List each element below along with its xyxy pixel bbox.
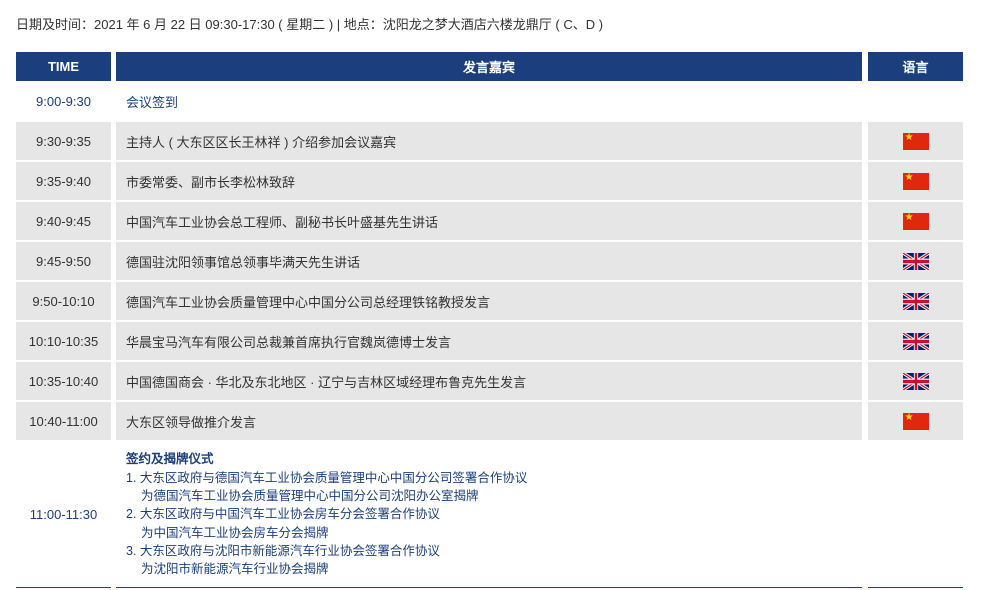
- ceremony-line: 2. 大东区政府与中国汽车工业协会房车分会签署合作协议: [126, 507, 440, 522]
- table-row: 9:00-9:30 会议签到: [0, 82, 1000, 120]
- table-row: 9:35-9:40 市委常委、副市长李松林致辞 ★: [0, 162, 1000, 200]
- language-cell: ★: [868, 402, 963, 440]
- language-cell: [868, 282, 963, 320]
- table-row: 11:00-11:30 签约及揭牌仪式 1. 大东区政府与德国汽车工业协会质量管…: [0, 442, 1000, 588]
- time-cell: 9:35-9:40: [16, 162, 111, 200]
- ceremony-line: 为德国汽车工业协会质量管理中心中国分公司沈阳办公室揭牌: [141, 489, 479, 504]
- language-cell: [868, 322, 963, 360]
- language-cell: ★: [868, 162, 963, 200]
- event-info: 日期及时间：2021 年 6 月 22 日 09:30-17:30 ( 星期二 …: [16, 17, 604, 32]
- speaker-cell: 德国汽车工业协会质量管理中心中国分公司总经理铁铭教授发言: [116, 282, 862, 320]
- language-cell: [868, 362, 963, 400]
- signing-ceremony-block: 签约及揭牌仪式 1. 大东区政府与德国汽车工业协会质量管理中心中国分公司签署合作…: [116, 450, 527, 578]
- speaker-cell: 华晨宝马汽车有限公司总裁兼首席执行官魏岚德博士发言: [116, 322, 862, 360]
- language-cell: ★: [868, 122, 963, 160]
- language-cell: [868, 242, 963, 280]
- time-cell: 9:40-9:45: [16, 202, 111, 240]
- time-cell: 9:45-9:50: [16, 242, 111, 280]
- cn-flag-icon: ★: [902, 172, 929, 190]
- time-cell: 10:40-11:00: [16, 402, 111, 440]
- ceremony-line: 为沈阳市新能源汽车行业协会揭牌: [141, 562, 329, 577]
- uk-flag-icon: [902, 252, 929, 270]
- language-cell: [868, 82, 963, 120]
- speaker-cell: 签约及揭牌仪式 1. 大东区政府与德国汽车工业协会质量管理中心中国分公司签署合作…: [116, 442, 862, 588]
- table-row: 10:10-10:35 华晨宝马汽车有限公司总裁兼首席执行官魏岚德博士发言: [0, 322, 1000, 360]
- time-cell: 9:30-9:35: [16, 122, 111, 160]
- cn-flag-icon: ★: [902, 412, 929, 430]
- language-cell: [868, 442, 963, 588]
- ceremony-line: 为中国汽车工业协会房车分会揭牌: [141, 525, 329, 540]
- ceremony-title: 签约及揭牌仪式: [126, 452, 214, 467]
- cn-flag-icon: ★: [902, 132, 929, 150]
- ceremony-line: 3. 大东区政府与沈阳市新能源汽车行业协会签署合作协议: [126, 543, 440, 558]
- time-cell: 10:35-10:40: [16, 362, 111, 400]
- table-row: 9:45-9:50 德国驻沈阳领事馆总领事毕满天先生讲话: [0, 242, 1000, 280]
- speaker-cell: 会议签到: [126, 94, 179, 110]
- table-row: 9:40-9:45 中国汽车工业协会总工程师、副秘书长叶盛基先生讲话 ★: [0, 202, 1000, 240]
- speaker-cell: 主持人 ( 大东区区长王林祥 ) 介绍参加会议嘉宾: [116, 122, 862, 160]
- time-cell: 10:10-10:35: [16, 322, 111, 360]
- speaker-cell: 市委常委、副市长李松林致辞: [116, 162, 862, 200]
- table-row: 9:50-10:10 德国汽车工业协会质量管理中心中国分公司总经理铁铭教授发言: [0, 282, 1000, 320]
- ceremony-line: 1. 大东区政府与德国汽车工业协会质量管理中心中国分公司签署合作协议: [126, 470, 528, 485]
- speaker-cell: 德国驻沈阳领事馆总领事毕满天先生讲话: [116, 242, 862, 280]
- language-cell: ★: [868, 202, 963, 240]
- uk-flag-icon: [902, 372, 929, 390]
- time-cell: 9:50-10:10: [16, 282, 111, 320]
- table-row: 10:35-10:40 中国德国商会 · 华北及东北地区 · 辽宁与吉林区域经理…: [0, 362, 1000, 400]
- uk-flag-icon: [902, 292, 929, 310]
- table-row: 9:30-9:35 主持人 ( 大东区区长王林祥 ) 介绍参加会议嘉宾 ★: [0, 122, 1000, 160]
- speaker-cell: 大东区领导做推介发言: [116, 402, 862, 440]
- speaker-cell: 中国汽车工业协会总工程师、副秘书长叶盛基先生讲话: [116, 202, 862, 240]
- time-cell: 9:00-9:30: [36, 93, 91, 109]
- column-header-speaker: 发言嘉宾: [116, 52, 862, 81]
- time-cell: 11:00-11:30: [16, 442, 111, 588]
- table-row: 10:40-11:00 大东区领导做推介发言 ★: [0, 402, 1000, 440]
- speaker-cell: 中国德国商会 · 华北及东北地区 · 辽宁与吉林区域经理布鲁克先生发言: [116, 362, 862, 400]
- column-header-time: TIME: [16, 52, 111, 81]
- column-header-language: 语言: [868, 52, 963, 81]
- cn-flag-icon: ★: [902, 212, 929, 230]
- uk-flag-icon: [902, 332, 929, 350]
